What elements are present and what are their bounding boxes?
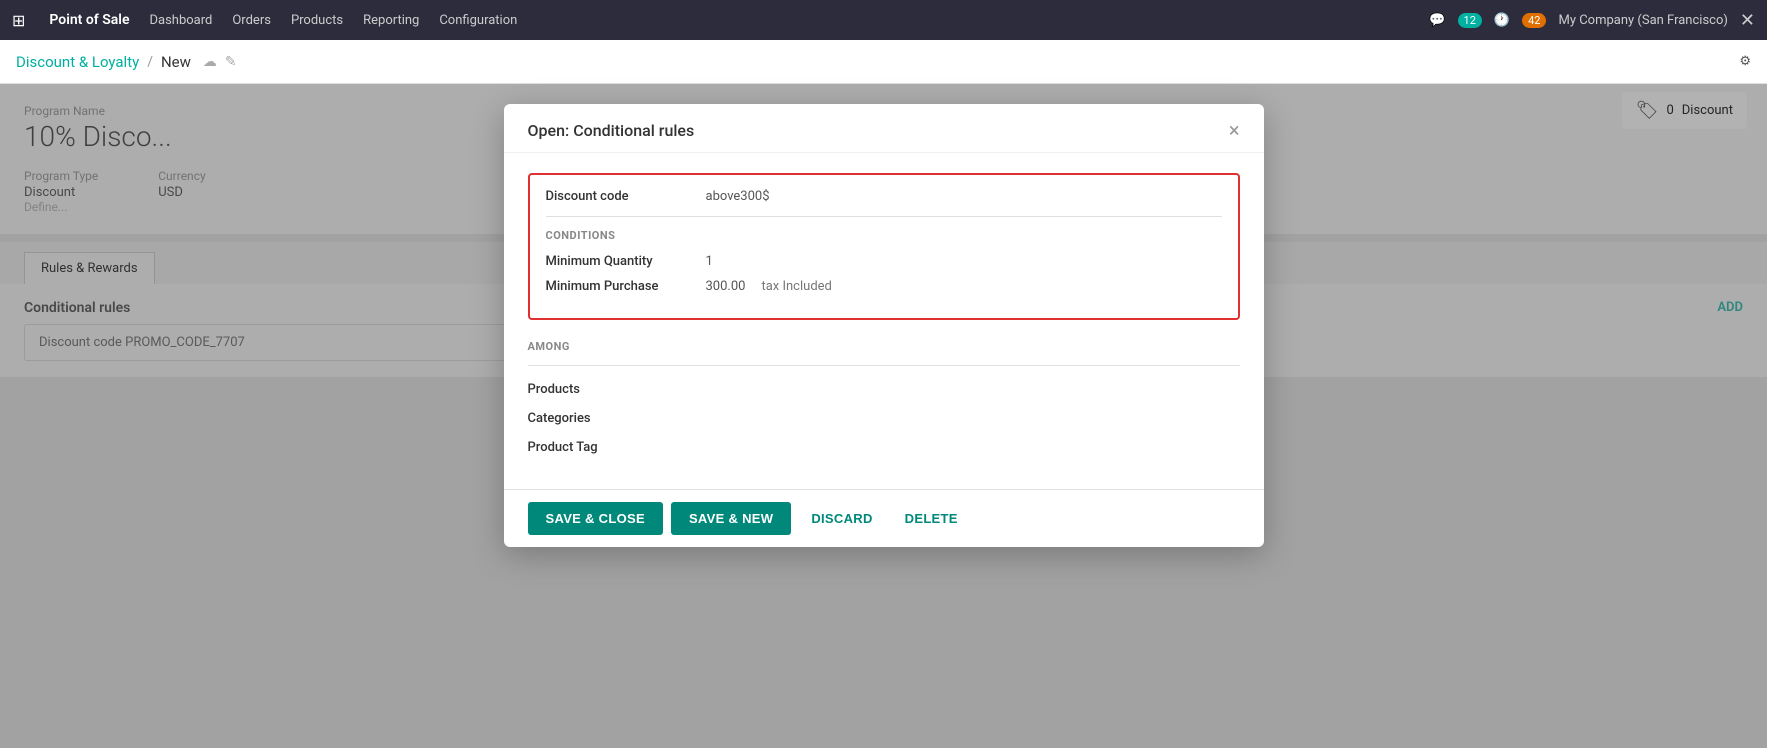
pencil-icon[interactable]: ✎ [225, 54, 237, 70]
discount-code-label: Discount code [546, 189, 706, 204]
divider-1 [546, 216, 1222, 217]
main-area: Program Name 10% Disco... Program Type D… [0, 84, 1767, 748]
modal-footer: SAVE & CLOSE SAVE & NEW DISCARD DELETE [504, 489, 1264, 547]
nav-orders[interactable]: Orders [232, 13, 271, 28]
divider-among [528, 365, 1240, 366]
clock-icon[interactable]: 🕐 [1494, 13, 1510, 28]
discount-code-value[interactable]: above300$ [706, 189, 770, 204]
nav-close-icon[interactable]: ✕ [1740, 10, 1755, 31]
delete-button[interactable]: DELETE [893, 502, 970, 535]
modal-dialog: Open: Conditional rules × Discount code … [504, 104, 1264, 547]
settings-icon[interactable]: ⚙ [1739, 54, 1751, 69]
nav-configuration[interactable]: Configuration [439, 13, 517, 28]
product-tag-label: Product Tag [528, 440, 688, 455]
modal-body: Discount code above300$ CONDITIONS Minim… [504, 153, 1264, 489]
badge-clock: 42 [1522, 13, 1546, 28]
save-cloud-icon[interactable]: ☁ [203, 54, 217, 70]
sub-header: Discount & Loyalty / New ☁ ✎ ⚙ [0, 40, 1767, 84]
among-section: AMONG Products Categories Product Tag [528, 340, 1240, 455]
conditions-label: CONDITIONS [546, 229, 1222, 242]
products-label: Products [528, 382, 688, 397]
modal-close-button[interactable]: × [1229, 120, 1240, 140]
nav-reporting[interactable]: Reporting [363, 13, 419, 28]
products-row: Products [528, 382, 1240, 397]
min-purchase-value[interactable]: 300.00 [706, 279, 746, 294]
tax-label: tax Included [761, 279, 831, 294]
categories-label: Categories [528, 411, 688, 426]
modal-title: Open: Conditional rules [528, 121, 695, 140]
discount-code-row: Discount code above300$ [546, 189, 1222, 204]
modal-header: Open: Conditional rules × [504, 104, 1264, 153]
nav-right: 💬 12 🕐 42 My Company (San Francisco) ✕ [1429, 10, 1755, 31]
product-tag-row: Product Tag [528, 440, 1240, 455]
breadcrumb-link[interactable]: Discount & Loyalty [16, 53, 139, 71]
top-navigation: ⊞ Point of Sale Dashboard Orders Product… [0, 0, 1767, 40]
save-close-button[interactable]: SAVE & CLOSE [528, 502, 663, 535]
highlight-box: Discount code above300$ CONDITIONS Minim… [528, 173, 1240, 320]
nav-products[interactable]: Products [291, 13, 343, 28]
save-new-button[interactable]: SAVE & NEW [671, 502, 791, 535]
min-purchase-label: Minimum Purchase [546, 279, 706, 294]
min-quantity-label: Minimum Quantity [546, 254, 706, 269]
settings-area[interactable]: ⚙ [1739, 54, 1751, 69]
modal-overlay: Open: Conditional rules × Discount code … [0, 84, 1767, 748]
min-purchase-row: Minimum Purchase 300.00 tax Included [546, 279, 1222, 294]
message-icon[interactable]: 💬 [1429, 13, 1445, 28]
min-quantity-row: Minimum Quantity 1 [546, 254, 1222, 269]
company-name: My Company (San Francisco) [1558, 13, 1727, 28]
min-quantity-value[interactable]: 1 [706, 254, 713, 269]
breadcrumb-separator: / [147, 54, 153, 70]
nav-dashboard[interactable]: Dashboard [149, 13, 212, 28]
badge-messages: 12 [1458, 13, 1482, 28]
app-name: Point of Sale [49, 12, 129, 28]
among-label: AMONG [528, 340, 1240, 353]
categories-row: Categories [528, 411, 1240, 426]
discard-button[interactable]: DISCARD [799, 502, 884, 535]
app-grid-icon[interactable]: ⊞ [12, 11, 25, 30]
breadcrumb-current: New [161, 53, 191, 71]
